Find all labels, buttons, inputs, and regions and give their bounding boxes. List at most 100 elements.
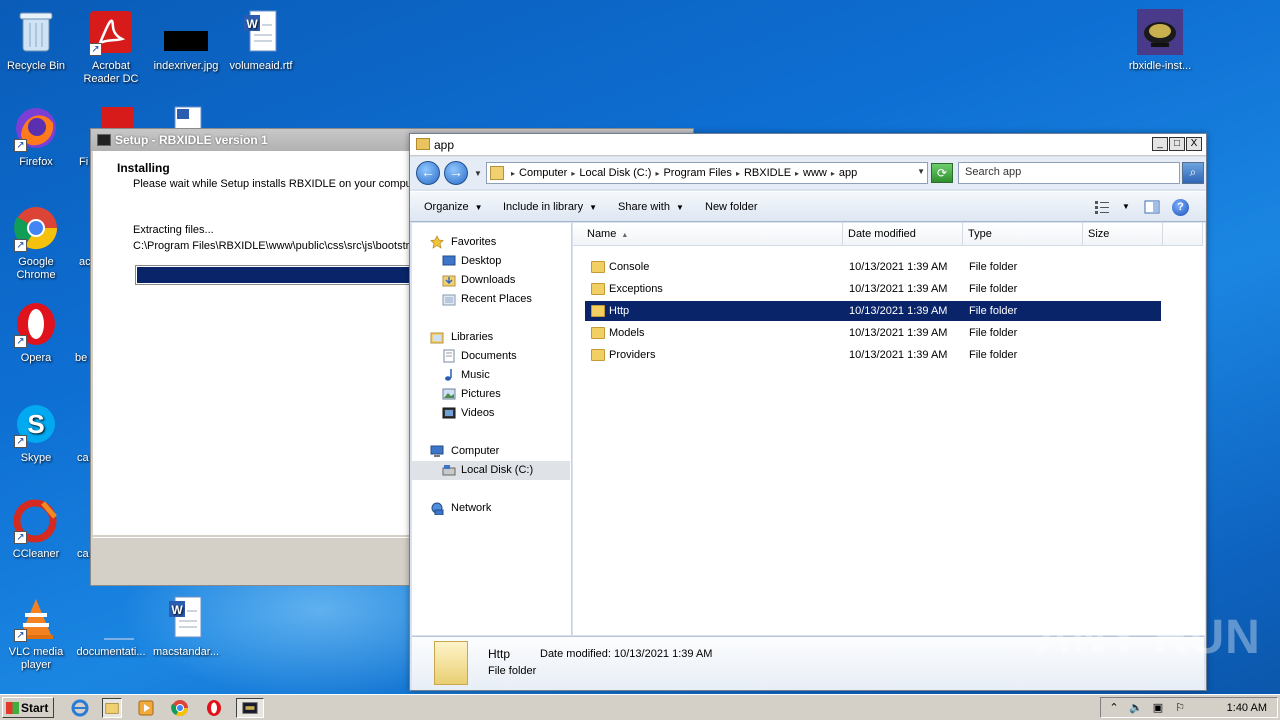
include-in-library-button[interactable]: Include in library ▼ (503, 201, 597, 213)
search-input[interactable]: Search app (958, 162, 1180, 184)
desktop-icon-macstandard[interactable]: W macstandar... (148, 594, 224, 659)
nav-videos[interactable]: Videos (412, 404, 570, 423)
shortcut-arrow-icon: ↗ (89, 43, 102, 56)
preview-pane-icon[interactable] (1144, 199, 1160, 215)
nav-network[interactable]: Network (412, 499, 570, 518)
show-hidden-icons-chevron-icon[interactable]: ⌃ (1107, 701, 1121, 715)
share-with-button[interactable]: Share with ▼ (618, 201, 684, 213)
media-player-icon[interactable] (136, 698, 156, 718)
folder-icon (591, 349, 605, 361)
forward-arrow-icon[interactable]: → (444, 161, 468, 185)
setup-taskbar-icon[interactable] (236, 698, 264, 718)
view-options-chevron-icon[interactable]: ▼ (1122, 202, 1130, 211)
back-arrow-icon[interactable]: ← (416, 161, 440, 185)
chevron-right-icon[interactable]: ▸ (795, 169, 799, 179)
chevron-right-icon[interactable]: ▸ (736, 169, 740, 179)
nav-recent-places[interactable]: Recent Places (412, 290, 570, 309)
desktop-icon-rbxidle-installer[interactable]: rbxidle-inst... (1122, 8, 1198, 73)
desktop-icon-firefox[interactable]: ↗ Firefox (0, 104, 74, 169)
new-folder-button[interactable]: New folder (705, 201, 758, 213)
refresh-icon[interactable]: ⟳ (931, 163, 953, 183)
command-bar: Organize ▼ Include in library ▼ Share with… (410, 191, 1206, 222)
chrome-icon: ↗ (12, 204, 60, 252)
nav-music[interactable]: Music (412, 366, 570, 385)
nav-favorites[interactable]: Favorites (412, 233, 570, 252)
clock[interactable]: 1:40 AM (1227, 702, 1267, 714)
opera-icon[interactable] (204, 698, 224, 718)
column-header-date[interactable]: Date modified (843, 223, 963, 246)
folder-icon (591, 283, 605, 295)
close-button[interactable]: X (1186, 137, 1202, 151)
column-header-name[interactable]: Name ▲ (573, 223, 843, 246)
desktop-icon-ccleaner[interactable]: ↗ CCleaner (0, 496, 74, 561)
change-view-icon[interactable] (1094, 199, 1110, 215)
nav-local-disk[interactable]: Local Disk (C:) (412, 461, 570, 480)
breadcrumb-local-disk[interactable]: Local Disk (C:) (579, 167, 651, 179)
search-icon[interactable]: ⌕ (1182, 162, 1204, 184)
acrobat-reader-icon: ↗ (87, 8, 135, 56)
breadcrumb-app[interactable]: app (839, 167, 857, 179)
chevron-down-icon[interactable]: ▼ (917, 167, 925, 176)
start-button[interactable]: Start (2, 697, 54, 718)
chevron-right-icon[interactable]: ▸ (511, 169, 515, 179)
file-name: Exceptions (609, 283, 663, 295)
table-row[interactable]: Providers 10/13/2021 1:39 AM File folder (585, 345, 1161, 365)
nav-label: Computer (451, 445, 500, 457)
explorer-folder-icon[interactable] (102, 698, 122, 718)
desktop-icon-recycle-bin[interactable]: Recycle Bin (0, 8, 74, 73)
desktop-icon-indexriver[interactable]: indexriver.jpg (148, 8, 224, 73)
volume-icon[interactable]: 🔈 (1129, 701, 1143, 715)
libraries-icon (430, 332, 444, 344)
chevron-right-icon[interactable]: ▸ (655, 169, 659, 179)
breadcrumb-computer[interactable]: Computer (519, 167, 567, 179)
desktop-icon-skype[interactable]: S ↗ Skype (0, 400, 74, 465)
help-icon[interactable]: ? (1172, 199, 1189, 216)
minimize-button[interactable]: _ (1152, 137, 1168, 151)
nav-computer[interactable]: Computer (412, 442, 570, 461)
start-label: Start (21, 701, 49, 715)
table-row[interactable]: Exceptions 10/13/2021 1:39 AM File folder (585, 279, 1161, 299)
include-label: Include in library (503, 201, 584, 213)
window-controls: _ □ X (1152, 137, 1202, 151)
recent-places-icon (442, 294, 456, 306)
breadcrumb-rbxidle[interactable]: RBXIDLE (744, 167, 791, 179)
svg-text:W: W (171, 603, 183, 617)
chevron-right-icon[interactable]: ▸ (571, 169, 575, 179)
explorer-title-bar[interactable]: app _ □ X (410, 134, 1206, 156)
file-name: Console (609, 261, 650, 273)
desktop-icon-google-chrome[interactable]: ↗ Google Chrome (0, 204, 74, 282)
chevron-right-icon[interactable]: ▸ (831, 169, 835, 179)
breadcrumb-program-files[interactable]: Program Files (663, 167, 731, 179)
desktop-icon-documentation[interactable]: documentati... (73, 594, 149, 659)
internet-explorer-icon[interactable] (70, 698, 90, 718)
desktop-icon-label: Recycle Bin (6, 60, 66, 72)
nav-downloads[interactable]: Downloads (412, 271, 570, 290)
table-row[interactable]: Http 10/13/2021 1:39 AM File folder (585, 301, 1161, 321)
chrome-icon[interactable] (170, 698, 190, 718)
recent-pages-dropdown-icon[interactable]: ▼ (474, 169, 482, 178)
nav-desktop[interactable]: Desktop (412, 252, 570, 271)
column-header-size[interactable]: Size (1083, 223, 1163, 246)
desktop-icon-acrobat[interactable]: ↗ Acrobat Reader DC (73, 8, 149, 86)
nav-documents[interactable]: Documents (412, 347, 570, 366)
table-row[interactable]: Console 10/13/2021 1:39 AM File folder (585, 257, 1161, 277)
network-tray-icon[interactable]: ▣ (1151, 701, 1165, 715)
desktop-icon-volumeaid[interactable]: W volumeaid.rtf (223, 8, 299, 73)
nav-libraries[interactable]: Libraries (412, 328, 570, 347)
setup-title: Setup - RBXIDLE version 1 (115, 133, 268, 147)
action-center-flag-icon[interactable]: ⚐ (1173, 701, 1187, 715)
organize-button[interactable]: Organize ▼ (424, 201, 483, 213)
sort-ascending-icon: ▲ (621, 232, 629, 239)
maximize-button[interactable]: □ (1169, 137, 1185, 151)
file-type: File folder (969, 349, 1018, 361)
desktop-icon-label: Skype (20, 452, 52, 464)
setup-heading: Installing (117, 161, 170, 175)
desktop-icon-label: macstandar... (152, 646, 220, 658)
desktop-icon-vlc[interactable]: ↗ VLC media player (0, 594, 74, 672)
breadcrumb-www[interactable]: www (803, 167, 827, 179)
desktop-icon-opera[interactable]: ↗ Opera (0, 300, 74, 365)
table-row[interactable]: Models 10/13/2021 1:39 AM File folder (585, 323, 1161, 343)
nav-pictures[interactable]: Pictures (412, 385, 570, 404)
address-bar[interactable]: ▸ Computer ▸ Local Disk (C:) ▸ Program F… (486, 162, 928, 184)
column-header-type[interactable]: Type (963, 223, 1083, 246)
